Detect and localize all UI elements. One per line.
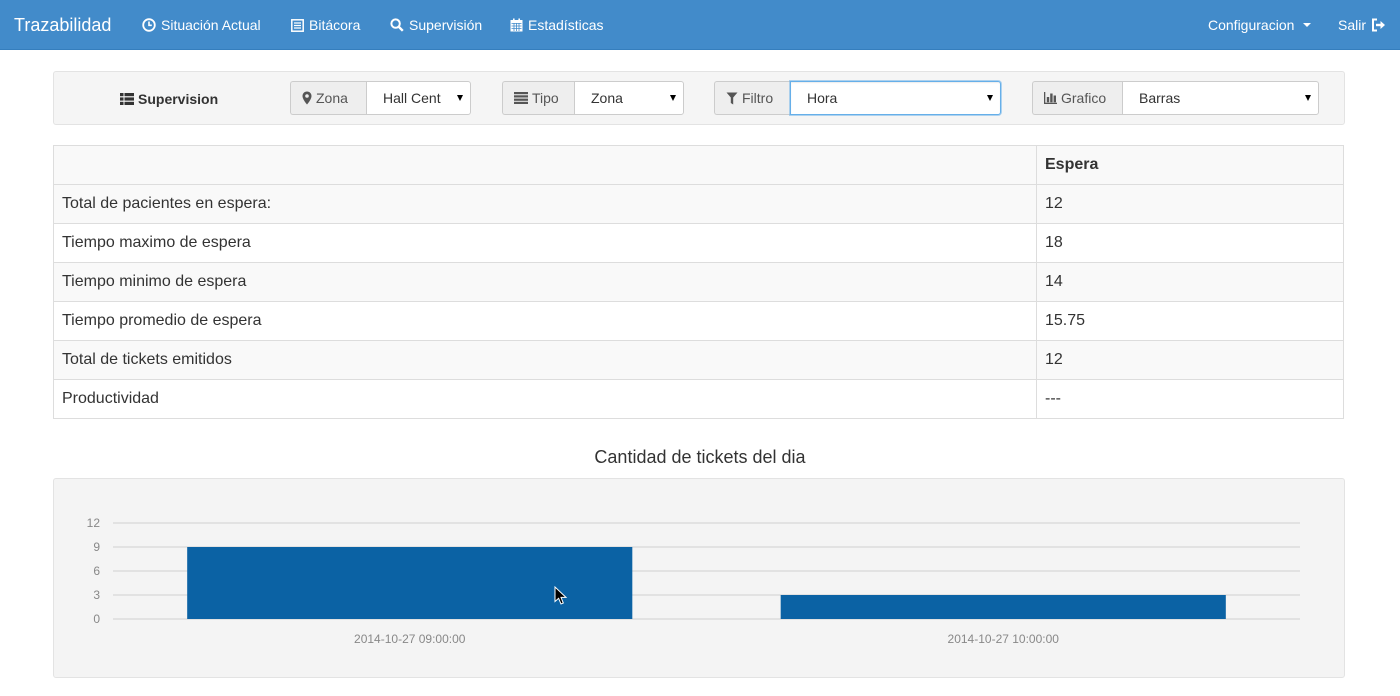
filter-icon (726, 92, 738, 104)
grafico-select[interactable]: Barras (1122, 81, 1319, 115)
tipo-addon: Tipo (502, 81, 574, 115)
y-tick-label: 12 (87, 516, 101, 530)
table-row: Total de tickets emitidos 12 (53, 340, 1344, 380)
configuracion-dropdown[interactable]: Configuracion (1208, 0, 1312, 50)
filtro-select-value: Hora (807, 90, 838, 106)
row-value: 18 (1036, 223, 1344, 263)
salir-label: Salir (1338, 17, 1367, 33)
dropdown-arrow-icon (987, 95, 993, 101)
x-tick-label: 2014-10-27 10:00:00 (948, 632, 1060, 646)
nav-bitacora-label: Bitácora (309, 17, 361, 33)
row-label: Total de tickets emitidos (53, 340, 1037, 380)
tipo-label: Tipo (532, 90, 559, 106)
nav-estadisticas-label: Estadísticas (528, 17, 604, 33)
table-row: Productividad --- (53, 379, 1344, 419)
list-icon (514, 92, 528, 104)
row-value: 14 (1036, 262, 1344, 302)
toolbar-title: Supervision (120, 72, 218, 126)
row-label: Total de pacientes en espera: (53, 184, 1037, 224)
bar-chart: 0 3 6 9 12 2014-10-27 09:00:00 2014-10-27 10:0… (87, 516, 1300, 646)
search-icon (390, 18, 404, 32)
tipo-input-group: Tipo Zona (502, 81, 684, 115)
row-value: 15.75 (1036, 301, 1344, 341)
nav-estadisticas[interactable]: Estadísticas (510, 0, 603, 50)
table-header-cell (53, 145, 1037, 185)
logout-icon (1372, 18, 1386, 32)
row-value: 12 (1036, 184, 1344, 224)
grafico-input-group: Grafico Barras (1032, 81, 1319, 115)
nav-supervision-label: Supervisión (409, 17, 483, 33)
row-label: Tiempo promedio de espera (53, 301, 1037, 341)
dropdown-arrow-icon (457, 95, 463, 101)
zona-input-group: Zona Hall Cent (290, 81, 471, 115)
bar-chart-icon (1044, 92, 1057, 104)
map-marker-icon (302, 91, 312, 105)
grafico-addon: Grafico (1032, 81, 1122, 115)
nav-bitacora[interactable]: Bitácora (291, 0, 360, 50)
nav-situacion-actual-label: Situación Actual (161, 17, 261, 33)
dropdown-arrow-icon (1305, 95, 1311, 101)
grafico-label: Grafico (1061, 90, 1107, 106)
filtro-select[interactable]: Hora (790, 81, 1001, 115)
dropdown-arrow-icon (670, 95, 676, 101)
row-label: Tiempo maximo de espera (53, 223, 1037, 263)
table-header-espera: Espera (1036, 145, 1344, 185)
table-row: Tiempo maximo de espera 18 (53, 223, 1344, 263)
y-tick-label: 0 (93, 612, 100, 626)
filtro-addon: Filtro (714, 81, 790, 115)
toolbar-title-label: Supervision (138, 91, 219, 107)
tipo-select[interactable]: Zona (574, 81, 684, 115)
table-header-row: Espera (53, 145, 1344, 185)
nav-supervision[interactable]: Supervisión (390, 0, 482, 50)
bar (780, 595, 1226, 619)
row-label: Productividad (53, 379, 1037, 419)
zona-label: Zona (316, 90, 348, 106)
nav-situacion-actual[interactable]: Situación Actual (142, 0, 261, 50)
zona-addon: Zona (290, 81, 366, 115)
calendar-icon (510, 18, 523, 32)
top-navbar: Trazabilidad Situación Actual Bitácora S… (0, 0, 1400, 50)
table-row: Total de pacientes en espera: 12 (53, 184, 1344, 224)
row-label: Tiempo minimo de espera (53, 262, 1037, 302)
chart-title: Cantidad de tickets del dia (594, 447, 806, 467)
list-alt-icon (291, 18, 304, 32)
filtro-label: Filtro (742, 90, 774, 106)
y-tick-label: 9 (93, 540, 100, 554)
salir-link[interactable]: Salir (1338, 0, 1386, 50)
x-tick-label: 2014-10-27 09:00:00 (354, 632, 466, 646)
zona-select[interactable]: Hall Cent (366, 81, 471, 115)
clock-icon (142, 18, 156, 32)
chart-container: 0 3 6 9 12 2014-10-27 09:00:00 2014-10-27 10:0… (53, 478, 1345, 678)
brand-link[interactable]: Trazabilidad (14, 0, 111, 50)
th-list-icon (120, 93, 134, 105)
supervision-toolbar: Supervision Zona Hall Cent Tipo Zona Fil… (53, 71, 1345, 125)
mouse-cursor-icon (554, 586, 568, 605)
row-value: --- (1036, 379, 1344, 419)
y-tick-label: 3 (93, 588, 100, 602)
stats-table: Espera Total de pacientes en espera: 12 … (53, 145, 1344, 419)
caret-down-icon (1303, 23, 1312, 27)
table-row: Tiempo promedio de espera 15.75 (53, 301, 1344, 341)
table-row: Tiempo minimo de espera 14 (53, 262, 1344, 302)
configuracion-label: Configuracion (1208, 17, 1295, 33)
y-tick-label: 6 (93, 564, 100, 578)
bar (187, 547, 633, 619)
grafico-select-value: Barras (1139, 90, 1181, 106)
filtro-input-group: Filtro Hora (714, 81, 1001, 115)
row-value: 12 (1036, 340, 1344, 380)
